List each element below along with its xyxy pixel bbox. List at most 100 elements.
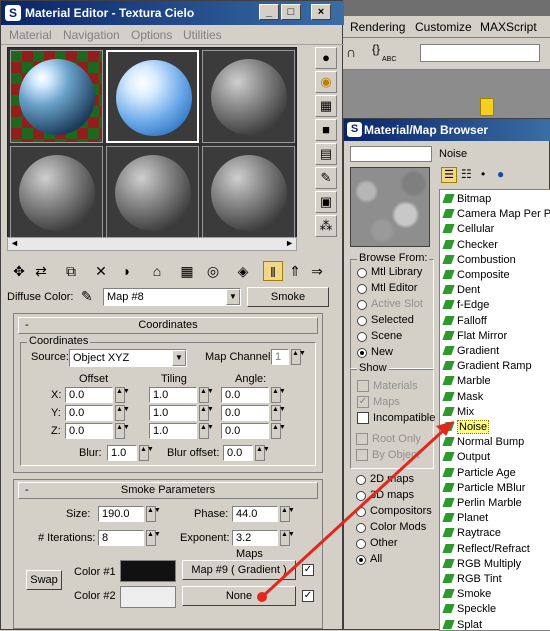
radio-scene[interactable] <box>357 332 367 342</box>
background-checker-icon[interactable]: ▦ <box>315 95 337 117</box>
sample-slot-6[interactable] <box>202 146 295 239</box>
incompatible-checkbox[interactable] <box>357 412 369 424</box>
map-list-item[interactable]: Reflect/Refract <box>442 542 530 557</box>
menu-rendering[interactable]: Rendering <box>350 20 405 34</box>
radio-mtl-editor[interactable] <box>357 284 367 294</box>
sample-slot-4[interactable] <box>10 146 103 239</box>
source-dropdown[interactable]: Object XYZ ▼ <box>69 349 187 367</box>
menu-utilities[interactable]: Utilities <box>183 28 222 42</box>
show-end-result-icon[interactable]: ‖ <box>263 261 283 281</box>
spinner-icon[interactable]: ▲▼ <box>115 405 130 421</box>
tiling-x-input[interactable]: 1.0 <box>149 387 197 403</box>
menu-maxscript[interactable]: MAXScript <box>480 20 537 34</box>
view-large-icons-icon[interactable]: ● <box>497 167 504 181</box>
map-list-item[interactable]: Combustion <box>442 253 516 268</box>
radio-all[interactable] <box>356 555 366 565</box>
offset-z-input[interactable]: 0.0 <box>65 423 113 439</box>
reset-icon[interactable]: ✕ <box>91 261 111 281</box>
spinner-icon[interactable]: ▲▼ <box>146 506 161 522</box>
map-list-item[interactable]: Bitmap <box>442 192 491 207</box>
map-type-button[interactable]: Smoke <box>247 287 329 307</box>
coordinates-rollout-header[interactable]: - Coordinates <box>18 317 318 334</box>
spinner-icon[interactable]: ▲▼ <box>271 387 286 403</box>
chevron-down-icon[interactable]: ▼ <box>172 350 186 366</box>
material-editor-titlebar[interactable]: S Material Editor - Textura Cielo _ □ × <box>1 1 344 25</box>
scroll-left-icon[interactable]: ◄ <box>10 238 19 248</box>
spinner-icon[interactable]: ▲▼ <box>139 445 154 461</box>
map-list-item[interactable]: Output <box>442 450 490 465</box>
map-list-item[interactable]: Raytrace <box>442 526 501 541</box>
get-material-icon[interactable]: ✥ <box>9 261 29 281</box>
copy-material-icon[interactable]: ◗ <box>117 261 137 281</box>
put-to-library-icon[interactable]: ▦ <box>177 261 197 281</box>
size-input[interactable]: 190.0 <box>98 506 144 522</box>
spinner-icon[interactable]: ▲▼ <box>271 405 286 421</box>
spinner-icon[interactable]: ▲▼ <box>199 387 214 403</box>
by-object-checkbox[interactable] <box>356 449 368 461</box>
map-list-item[interactable]: Planet <box>442 511 488 526</box>
map-list-item[interactable]: Composite <box>442 268 510 283</box>
menu-material[interactable]: Material <box>9 28 52 42</box>
sample-slot-1[interactable] <box>10 50 103 143</box>
radio-selected[interactable] <box>357 316 367 326</box>
map-list-item[interactable]: Noise <box>442 420 490 435</box>
radio-new[interactable] <box>357 348 367 358</box>
tiling-y-input[interactable]: 1.0 <box>149 405 197 421</box>
phase-input[interactable]: 44.0 <box>232 506 278 522</box>
browser-search-input[interactable] <box>350 146 432 162</box>
sample-uv-tiling-icon[interactable]: ■ <box>315 119 337 141</box>
swap-button[interactable]: Swap <box>26 570 62 590</box>
color1-map-button[interactable]: Map #9 ( Gradient ) <box>182 560 296 580</box>
select-by-material-icon[interactable]: ⁂ <box>315 215 337 237</box>
options-icon[interactable]: ▣ <box>315 191 337 213</box>
spinner-icon[interactable]: ▲▼ <box>146 530 161 546</box>
spinner-icon[interactable]: ▲▼ <box>255 445 270 461</box>
map-list-item[interactable]: Mask <box>442 390 483 405</box>
map-list-item[interactable]: Mix <box>442 405 474 420</box>
show-map-in-viewport-icon[interactable]: ◈ <box>233 261 253 281</box>
map-list-item[interactable]: f-Edge <box>442 298 489 313</box>
scroll-right-icon[interactable]: ► <box>285 238 294 248</box>
color1-swatch[interactable] <box>120 560 176 582</box>
video-color-check-icon[interactable]: ▤ <box>315 143 337 165</box>
menu-navigation[interactable]: Navigation <box>63 28 120 42</box>
map-list-item[interactable]: Gradient Ramp <box>442 359 532 374</box>
sample-slot-2-active[interactable] <box>106 50 199 143</box>
root-only-checkbox[interactable] <box>356 433 368 445</box>
make-unique-icon[interactable]: ⌂ <box>147 261 167 281</box>
make-preview-icon[interactable]: ✎ <box>315 167 337 189</box>
material-effects-channel-icon[interactable]: ◎ <box>203 261 223 281</box>
map-list-item[interactable]: Particle Age <box>442 466 516 481</box>
named-selection-dropdown[interactable] <box>420 44 540 62</box>
assign-to-selection-icon[interactable]: ⧉ <box>61 261 81 281</box>
map-list-item[interactable]: Gradient <box>442 344 499 359</box>
color2-map-button[interactable]: None <box>182 586 296 606</box>
map-list-item[interactable]: Splat <box>442 618 482 630</box>
spinner-icon[interactable]: ▲▼ <box>199 423 214 439</box>
menu-options[interactable]: Options <box>131 28 172 42</box>
browser-titlebar[interactable]: S Material/Map Browser <box>344 119 550 141</box>
color2-map-checkbox[interactable]: ✓ <box>302 590 314 602</box>
map-list[interactable]: Bitmap Camera Map Per Pi Cellular Checker Co… <box>439 189 550 631</box>
offset-y-input[interactable]: 0.0 <box>65 405 113 421</box>
minimize-button[interactable]: _ <box>259 4 279 20</box>
spinner-icon[interactable]: ▲▼ <box>280 530 295 546</box>
magnet-icon[interactable]: ∩ <box>346 44 356 60</box>
map-list-item[interactable]: RGB Multiply <box>442 557 521 572</box>
spinner-icon[interactable]: ▲▼ <box>115 387 130 403</box>
map-list-item[interactable]: RGB Tint <box>442 572 502 587</box>
map-list-item[interactable]: Camera Map Per Pi <box>442 207 550 222</box>
angle-y-input[interactable]: 0.0 <box>221 405 269 421</box>
offset-x-input[interactable]: 0.0 <box>65 387 113 403</box>
view-list-icons-icon[interactable]: ☷ <box>461 167 472 181</box>
sample-slot-3[interactable] <box>202 50 295 143</box>
map-list-item[interactable]: Perlin Marble <box>442 496 522 511</box>
map-list-item[interactable]: Particle MBlur <box>442 481 525 496</box>
go-to-parent-icon[interactable]: ⇑ <box>285 261 305 281</box>
map-list-item[interactable]: Cellular <box>442 222 494 237</box>
radio-2d-maps[interactable] <box>356 475 366 485</box>
iterations-input[interactable]: 8 <box>98 530 144 546</box>
close-button[interactable]: × <box>311 4 331 20</box>
view-small-icons-icon[interactable]: • <box>481 167 485 181</box>
map-list-item[interactable]: Speckle <box>442 602 496 617</box>
